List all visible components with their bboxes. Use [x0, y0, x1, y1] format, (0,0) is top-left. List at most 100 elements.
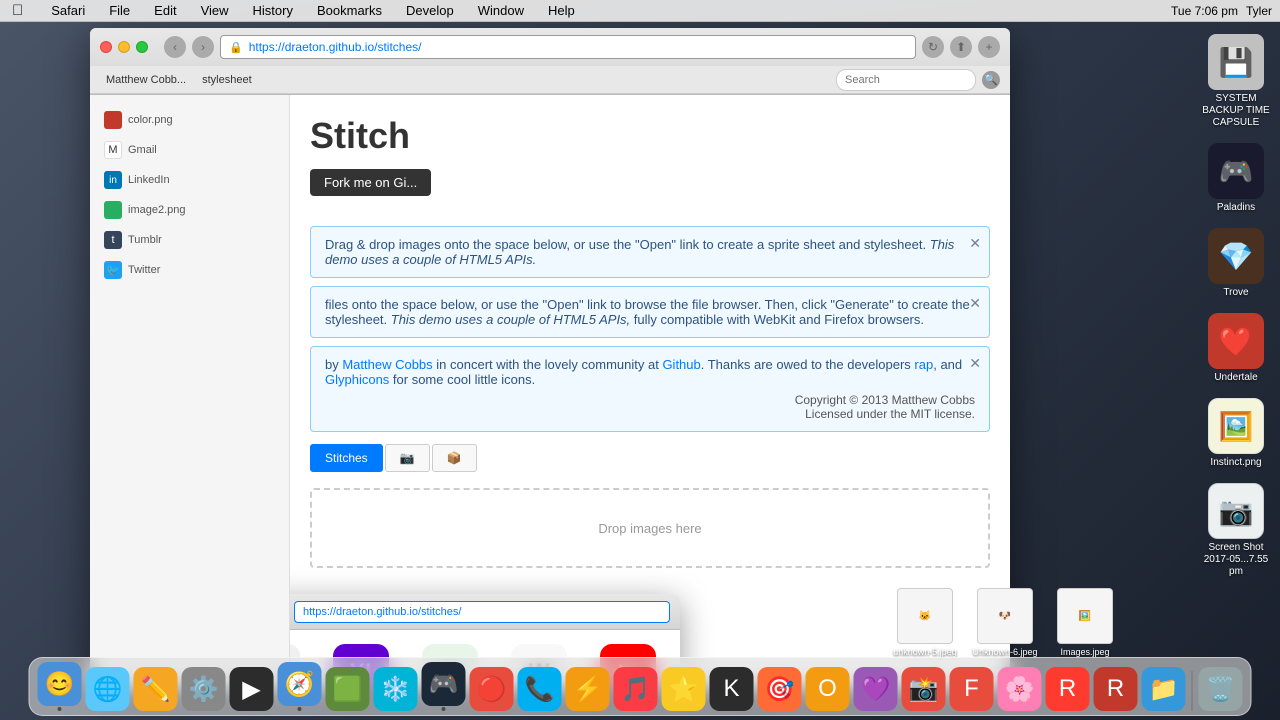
modal-url-bar[interactable]: https://draeton.github.io/stitches/ [294, 601, 670, 623]
desktop-icon-instinct[interactable]: 🖼️ Instinct.png [1196, 394, 1276, 473]
menu-edit[interactable]: Edit [150, 1, 180, 20]
menu-bookmarks[interactable]: Bookmarks [313, 1, 386, 20]
dock-icon: 💜 [854, 667, 898, 711]
dock-item-system-preferences[interactable]: ⚙️ [182, 667, 226, 711]
reload-button[interactable]: ↻ [922, 36, 944, 58]
dock-item-screensnap[interactable]: 📸 [902, 667, 946, 711]
dock-item-rckit[interactable]: R [1094, 667, 1138, 711]
dock-item-terminal[interactable]: ▶ [230, 667, 274, 711]
forward-button[interactable]: › [192, 36, 214, 58]
file-unknown6-img: 🐶 [977, 588, 1033, 644]
tumblr-label: Tumblr [128, 234, 162, 246]
menu-history[interactable]: History [249, 1, 297, 20]
dock-item-skype[interactable]: 📞 [518, 667, 562, 711]
apple-menu[interactable]:  [8, 0, 27, 21]
dock-separator [1192, 671, 1193, 711]
dock-item-sketch[interactable]: ✏️ [134, 667, 178, 711]
file-images[interactable]: 🖼️ Images.jpeg [1050, 588, 1120, 658]
minimize-button[interactable] [118, 41, 130, 53]
trove-label: Trove [1223, 287, 1248, 299]
dock-item-steammover[interactable]: ⚡ [566, 667, 610, 711]
file-unknown5[interactable]: 🐱 unknown-5.jpeg [890, 588, 960, 658]
dock-item-keyboard-maestro[interactable]: K [710, 667, 754, 711]
dock-item-frenzic[interactable]: F [950, 667, 994, 711]
dock-item-itunes[interactable]: 🎵 [614, 667, 658, 711]
tab-stitches[interactable]: Stitches [310, 444, 383, 472]
dock-icon: R [1046, 667, 1090, 711]
url-text: https://draeton.github.io/stitches/ [249, 40, 422, 54]
close-button[interactable] [100, 41, 112, 53]
tabs-row: Stitches 📷 📦 [310, 444, 990, 472]
dock-item-safari[interactable]: 🧭 [278, 662, 322, 711]
notification-close-1[interactable]: ✕ [969, 235, 981, 252]
fork-button[interactable]: Fork me on Gi... [310, 169, 431, 196]
url-bar[interactable]: 🔒 https://draeton.github.io/stitches/ [220, 35, 916, 59]
notification-close-2[interactable]: ✕ [969, 295, 981, 312]
share-button[interactable]: ⬆ [950, 36, 972, 58]
browser-titlebar: ‹ › 🔒 https://draeton.github.io/stitches… [90, 28, 1010, 66]
file-images-img: 🖼️ [1057, 588, 1113, 644]
desktop-icon-trove[interactable]: 💎 Trove [1196, 224, 1276, 303]
dock-icon: R [1094, 667, 1138, 711]
dock-item-virtualbuddy[interactable]: 💜 [854, 667, 898, 711]
menu-window[interactable]: Window [474, 1, 528, 20]
url-lock-icon: 🔒 [229, 41, 243, 54]
sidebar-item-linkedin[interactable]: in LinkedIn [90, 165, 289, 195]
tumblr-icon: t [104, 231, 122, 249]
dock-item-minecraft[interactable]: 🟩 [326, 667, 370, 711]
dock: 😊🌐✏️⚙️▶🧭🟩❄️🎮🔴📞⚡🎵⭐K🎯O💜📸F🌸RR📁🗑️ [29, 657, 1252, 716]
bookmark-cobbs[interactable]: Matthew Cobb... [100, 72, 192, 88]
dock-icon: ⚡ [566, 667, 610, 711]
tab-package[interactable]: 📦 [432, 444, 477, 472]
back-button[interactable]: ‹ [164, 36, 186, 58]
menu-help[interactable]: Help [544, 1, 579, 20]
dock-icon: 😊 [38, 662, 82, 706]
timecapsule-icon: 💾 [1208, 34, 1264, 90]
dock-item-reminders[interactable]: R [1046, 667, 1090, 711]
menu-safari[interactable]: Safari [47, 1, 89, 20]
paladins-label: Paladins [1217, 202, 1255, 214]
undertale-icon: ❤️ [1208, 313, 1264, 369]
menu-view[interactable]: View [197, 1, 233, 20]
sidebar-item-img2[interactable]: image2.png [90, 195, 289, 225]
dock-item-finder[interactable]: 😊 [38, 662, 82, 711]
maximize-button[interactable] [136, 41, 148, 53]
tab-camera[interactable]: 📷 [385, 444, 430, 472]
file-unknown6[interactable]: 🐶 Unknown-6.jpeg [970, 588, 1040, 658]
desktop-icon-paladins[interactable]: 🎮 Paladins [1196, 139, 1276, 218]
dock-item-system-preferences[interactable]: 🌐 [86, 667, 130, 711]
dock-active-dot [58, 707, 62, 711]
new-tab-button[interactable]: + [978, 36, 1000, 58]
search-button[interactable]: 🔍 [982, 71, 1000, 89]
linkedin-label: LinkedIn [128, 174, 170, 186]
screenshot-icon: 📷 [1208, 483, 1264, 539]
notification-banner-1: Drag & drop images onto the space below,… [310, 226, 990, 278]
file-unknown5-img: 🐱 [897, 588, 953, 644]
sidebar-item-twitter[interactable]: 🐦 Twitter [90, 255, 289, 285]
sidebar-item-gmail[interactable]: M Gmail [90, 135, 289, 165]
dock-item-blizzard[interactable]: ❄️ [374, 667, 418, 711]
bookmark-stylesheet[interactable]: stylesheet [196, 72, 258, 88]
drop-zone[interactable]: Drop images here [310, 488, 990, 568]
sidebar-search-input[interactable] [836, 69, 976, 91]
sidebar-item-img1[interactable]: color.png [90, 105, 289, 135]
screenshot-label: Screen Shot 2017-05...7.55 pm [1200, 542, 1272, 578]
sidebar-item-tumblr[interactable]: t Tumblr [90, 225, 289, 255]
dock-icon: ❄️ [374, 667, 418, 711]
desktop-icon-timecapsule[interactable]: 💾 SYSTEM BACKUP TIME CAPSULE [1196, 30, 1276, 133]
dock-item-screenium[interactable]: 🔴 [470, 667, 514, 711]
menu-develop[interactable]: Develop [402, 1, 458, 20]
desktop-right-icons: 💾 SYSTEM BACKUP TIME CAPSULE 🎮 Paladins … [1196, 30, 1276, 582]
dock-item-downloads[interactable]: 📁 [1142, 667, 1186, 711]
desktop-icon-screenshot[interactable]: 📷 Screen Shot 2017-05...7.55 pm [1196, 479, 1276, 582]
notification-close-3[interactable]: ✕ [969, 355, 981, 372]
sidebar: color.png M Gmail in LinkedIn image2.png… [90, 95, 290, 688]
dock-item-steam[interactable]: 🎮 [422, 662, 466, 711]
dock-item-photos[interactable]: 🌸 [998, 667, 1042, 711]
dock-item-mango[interactable]: ⭐ [662, 667, 706, 711]
dock-item-omnifocus[interactable]: O [806, 667, 850, 711]
dock-item-trash[interactable]: 🗑️ [1199, 667, 1243, 711]
dock-item-prizmo[interactable]: 🎯 [758, 667, 802, 711]
menu-file[interactable]: File [105, 1, 134, 20]
desktop-icon-undertale[interactable]: ❤️ Undertale [1196, 309, 1276, 388]
